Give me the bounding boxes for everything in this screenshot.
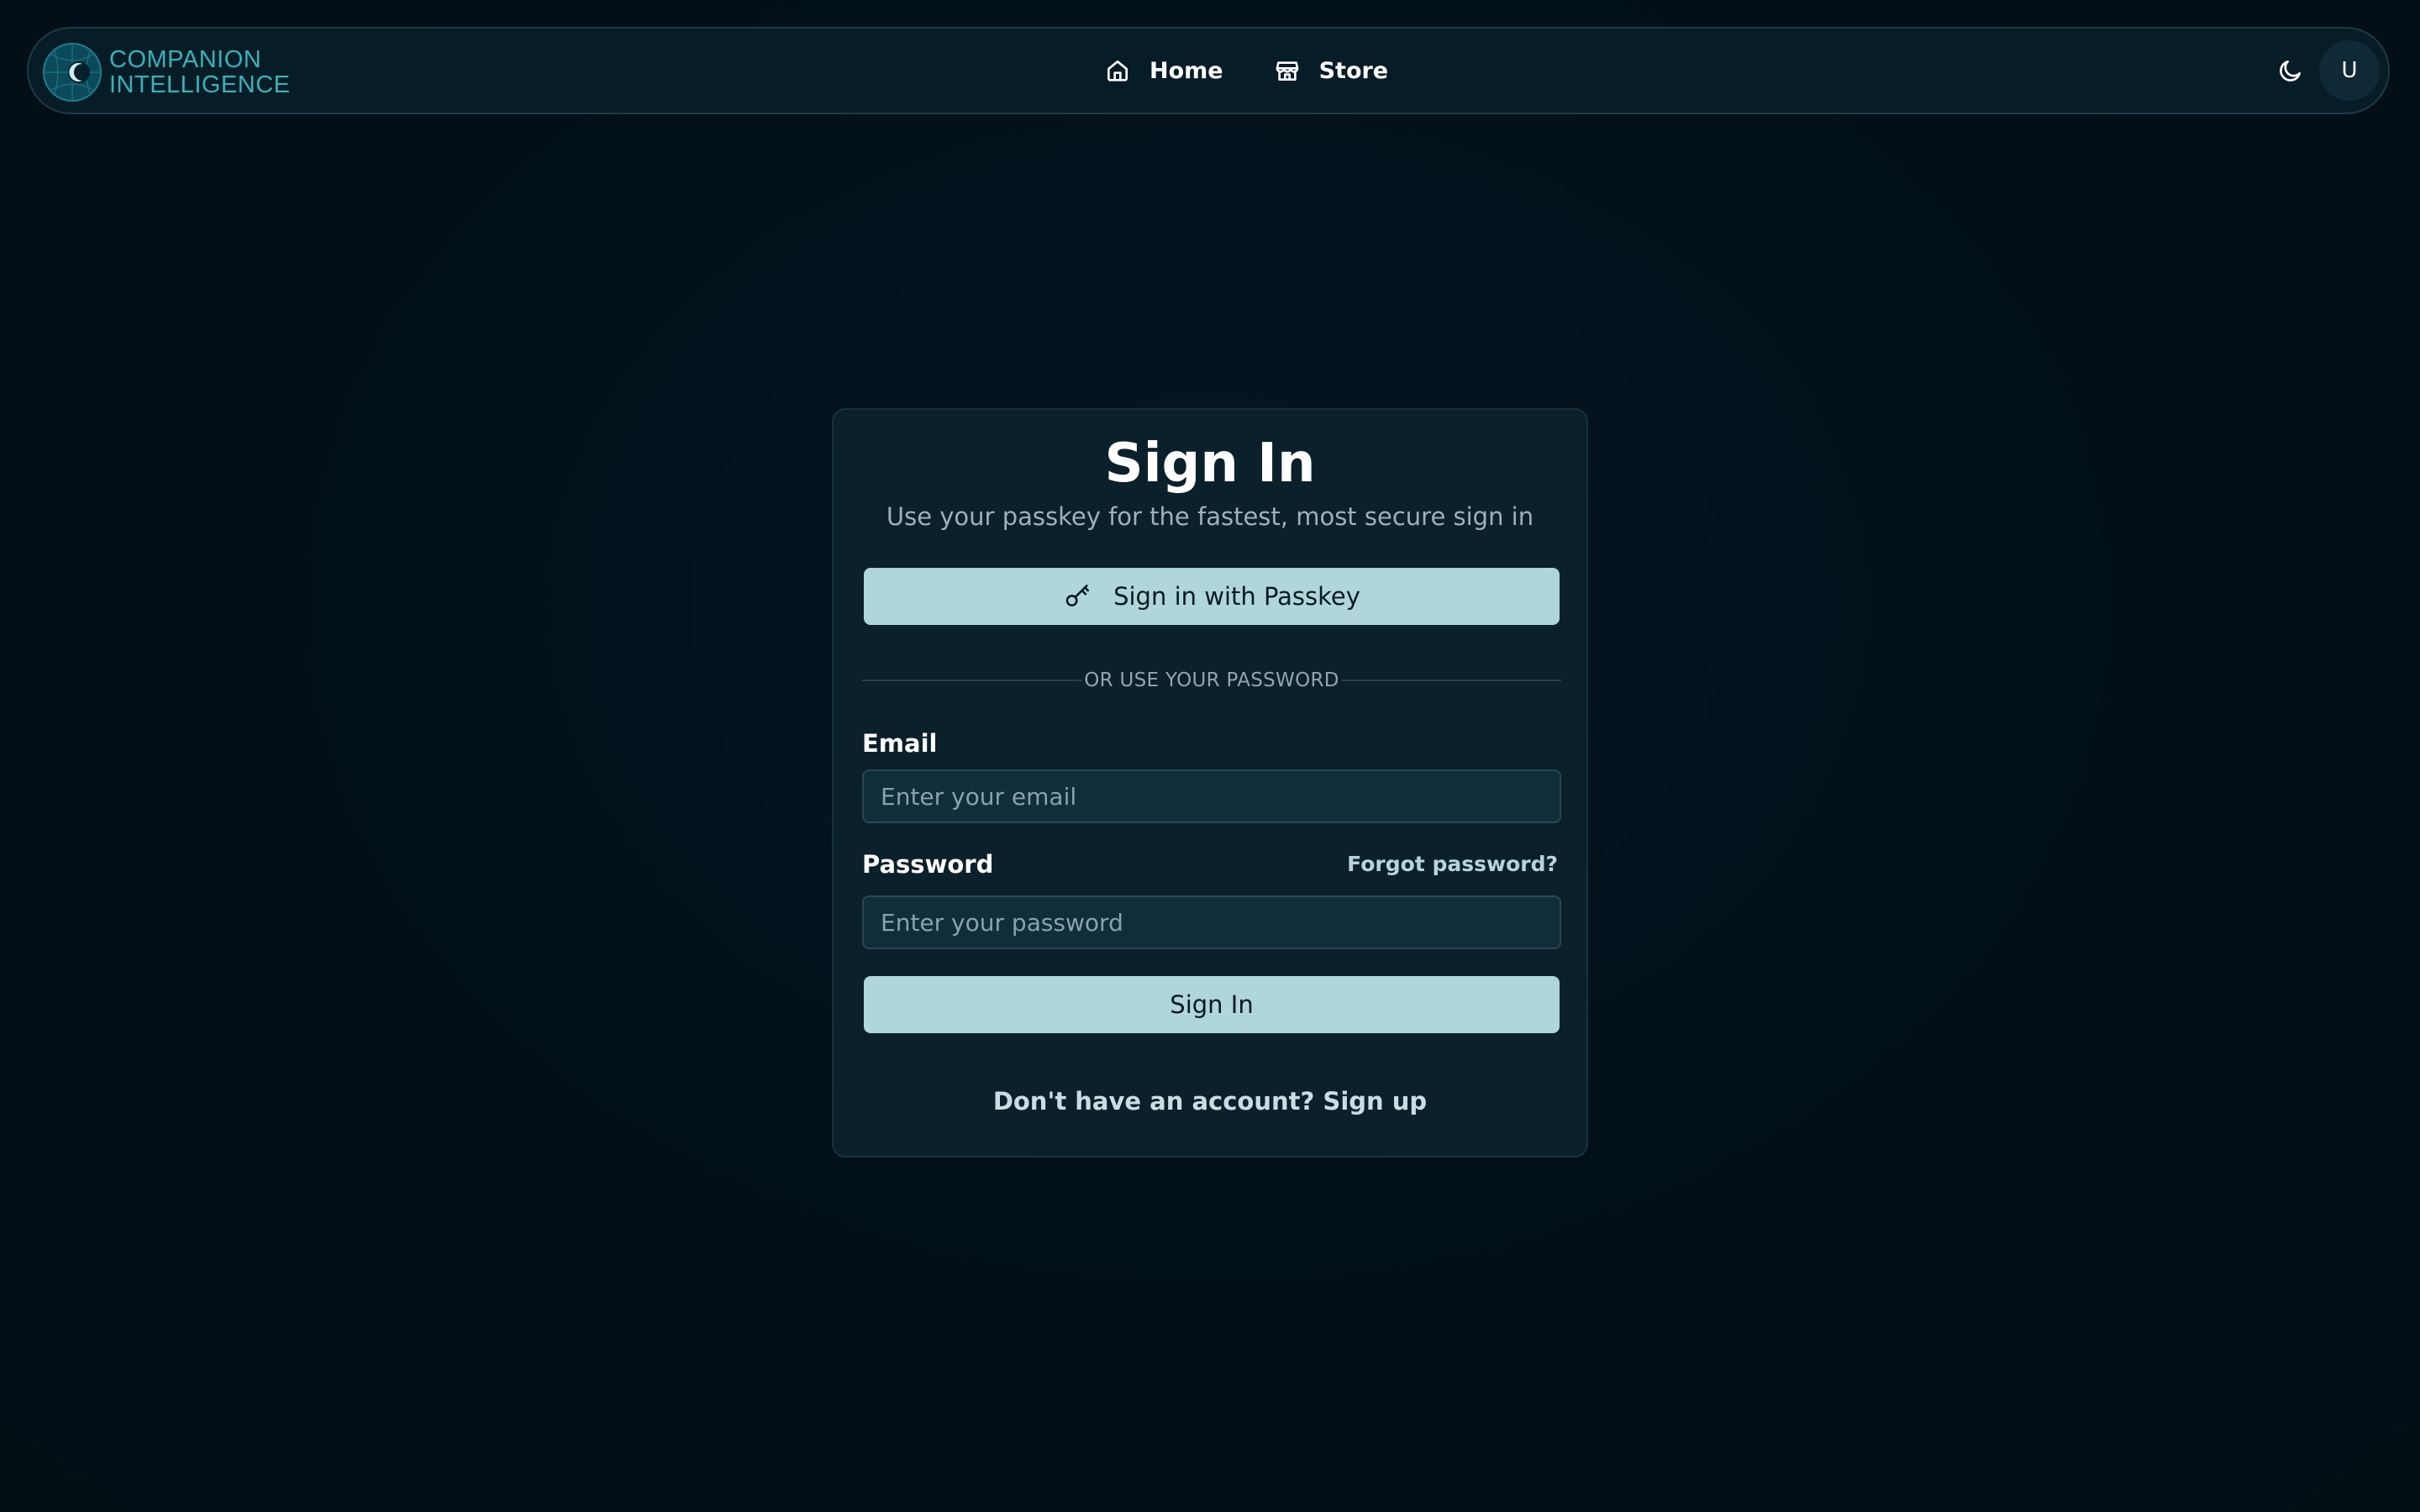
moon-icon	[2280, 60, 2301, 81]
nav-store-link[interactable]: Store	[1274, 57, 1389, 84]
user-avatar-button[interactable]: U	[2319, 40, 2380, 101]
brand-line-1: COMPANION	[109, 46, 262, 73]
main-nav: Home Store	[1104, 29, 1388, 113]
divider-line-left	[862, 680, 1083, 681]
email-input[interactable]	[862, 769, 1561, 823]
signin-submit-button[interactable]: Sign In	[864, 976, 1560, 1033]
home-icon	[1107, 60, 1128, 81]
companion-logo-icon	[43, 43, 102, 102]
passkey-signin-button[interactable]: Sign in with Passkey	[864, 568, 1560, 625]
signin-button-label: Sign In	[1170, 990, 1254, 1019]
password-input[interactable]	[862, 895, 1561, 949]
brand-wordmark: COMPANION INTELLIGENCE	[109, 47, 291, 97]
signin-card: Sign In Use your passkey for the fastest…	[832, 408, 1588, 1158]
signin-subtitle: Use your passkey for the fastest, most s…	[886, 502, 1534, 531]
passkey-button-label: Sign in with Passkey	[1113, 582, 1360, 611]
top-navbar: COMPANION INTELLIGENCE Home Store U	[27, 27, 2390, 114]
store-icon	[1276, 61, 1298, 81]
key-icon	[1065, 584, 1090, 606]
brand-logo[interactable]: COMPANION INTELLIGENCE	[42, 42, 291, 102]
theme-toggle-button[interactable]	[2274, 54, 2307, 87]
avatar-initial: U	[2341, 58, 2358, 83]
nav-store-label: Store	[1318, 57, 1389, 84]
brand-line-2: INTELLIGENCE	[109, 71, 291, 98]
or-divider: OR USE YOUR PASSWORD	[862, 667, 1561, 694]
nav-home-label: Home	[1150, 57, 1223, 84]
signup-link[interactable]: Don't have an account? Sign up	[834, 1087, 1586, 1116]
nav-home-link[interactable]: Home	[1104, 57, 1223, 84]
divider-line-right	[1340, 680, 1561, 681]
divider-text: OR USE YOUR PASSWORD	[1084, 669, 1339, 691]
signin-title: Sign In	[1104, 433, 1316, 495]
email-label: Email	[862, 729, 938, 758]
password-label: Password	[862, 850, 994, 879]
forgot-password-link[interactable]: Forgot password?	[1347, 852, 1558, 876]
